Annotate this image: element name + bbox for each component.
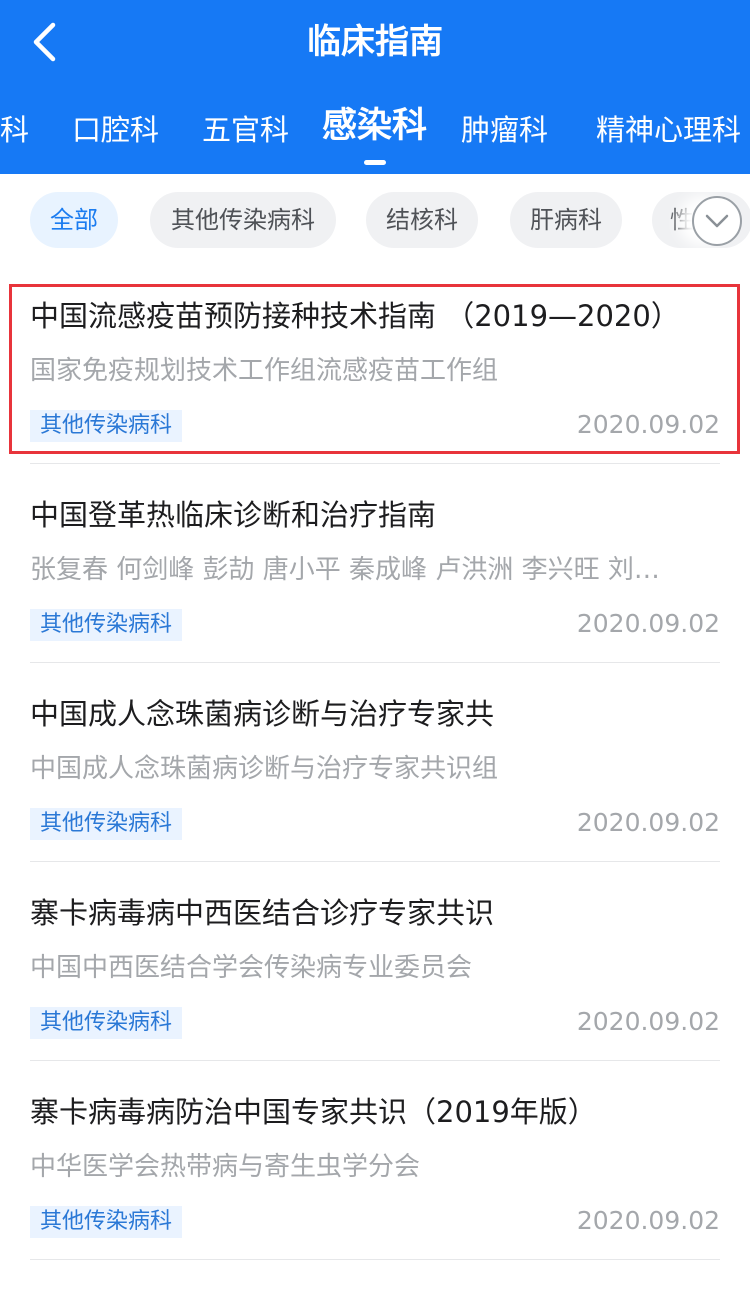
guideline-title: 中国流感疫苗预防接种技术指南 （2019—2020） bbox=[30, 299, 680, 333]
guideline-title: 中国登革热临床诊断和治疗指南 bbox=[30, 498, 437, 532]
tab-stomatology[interactable]: 口腔科 bbox=[72, 108, 159, 152]
department-tag: 其他传染病科 bbox=[30, 808, 183, 840]
guideline-item[interactable]: 中国登革热临床诊断和治疗指南 张复春 何剑峰 彭劼 唐小平 秦成峰 卢洪洲 李兴… bbox=[30, 477, 720, 675]
divider bbox=[30, 861, 720, 862]
divider bbox=[30, 463, 720, 464]
guideline-author: 中国成人念珠菌病诊断与治疗专家共识组 bbox=[30, 754, 499, 784]
publish-date: 2020.09.02 bbox=[576, 808, 720, 837]
department-tag: 其他传染病科 bbox=[30, 1007, 183, 1039]
tab-partial[interactable]: 科 bbox=[0, 108, 29, 152]
filter-chip-tuberculosis[interactable]: 结核科 bbox=[366, 192, 478, 248]
filter-chip-hepatology[interactable]: 肝病科 bbox=[510, 192, 622, 248]
publish-date: 2020.09.02 bbox=[576, 1206, 720, 1235]
chevron-down-icon bbox=[705, 214, 729, 228]
publish-date: 2020.09.02 bbox=[576, 410, 720, 439]
department-tag: 其他传染病科 bbox=[30, 609, 183, 641]
active-tab-indicator bbox=[364, 160, 386, 165]
publish-date: 2020.09.02 bbox=[576, 609, 720, 638]
app-header: 临床指南 科 口腔科 五官科 感染科 肿瘤科 精神心理科 bbox=[0, 0, 750, 174]
tab-psychiatry[interactable]: 精神心理科 bbox=[596, 108, 741, 152]
divider bbox=[30, 662, 720, 663]
filter-chip-other-infectious[interactable]: 其他传染病科 bbox=[150, 192, 336, 248]
divider bbox=[30, 1259, 720, 1260]
expand-filters-button[interactable] bbox=[692, 196, 742, 246]
guideline-author: 国家免疫规划技术工作组流感疫苗工作组 bbox=[30, 356, 499, 386]
publish-date: 2020.09.02 bbox=[576, 1007, 720, 1036]
tab-oncology[interactable]: 肿瘤科 bbox=[461, 108, 548, 152]
guideline-item[interactable]: 寨卡病毒病中西医结合诊疗专家共识 中国中西医结合学会传染病专业委员会 其他传染病… bbox=[30, 875, 720, 1073]
department-tag: 其他传染病科 bbox=[30, 410, 183, 442]
guideline-item[interactable]: 中国成人念珠菌病诊断与治疗专家共 中国成人念珠菌病诊断与治疗专家共识组 其他传染… bbox=[30, 676, 720, 874]
guideline-author: 中国中西医结合学会传染病专业委员会 bbox=[30, 953, 473, 983]
guideline-title: 寨卡病毒病防治中国专家共识（2019年版） bbox=[30, 1095, 597, 1129]
guideline-author: 中华医学会热带病与寄生虫学分会 bbox=[30, 1152, 421, 1182]
guideline-author: 张复春 何剑峰 彭劼 唐小平 秦成峰 卢洪洲 李兴旺 刘… bbox=[30, 555, 660, 585]
guideline-title: 中国成人念珠菌病诊断与治疗专家共 bbox=[30, 697, 495, 731]
guideline-title: 寨卡病毒病中西医结合诊疗专家共识 bbox=[30, 896, 495, 930]
department-tabs: 科 口腔科 五官科 感染科 肿瘤科 精神心理科 bbox=[0, 106, 750, 168]
divider bbox=[30, 1060, 720, 1061]
tab-infection[interactable]: 感染科 bbox=[322, 104, 427, 148]
filter-chips: 全部 其他传染病科 结核科 肝病科 性 bbox=[0, 192, 750, 250]
filter-chip-all[interactable]: 全部 bbox=[30, 192, 118, 248]
page-title: 临床指南 bbox=[307, 22, 443, 62]
department-tag: 其他传染病科 bbox=[30, 1206, 183, 1238]
tab-ent[interactable]: 五官科 bbox=[202, 108, 289, 152]
guideline-item[interactable]: 寨卡病毒病防治中国专家共识（2019年版） 中华医学会热带病与寄生虫学分会 其他… bbox=[30, 1074, 720, 1272]
guideline-item[interactable]: 中国流感疫苗预防接种技术指南 （2019—2020） 国家免疫规划技术工作组流感… bbox=[30, 278, 720, 476]
